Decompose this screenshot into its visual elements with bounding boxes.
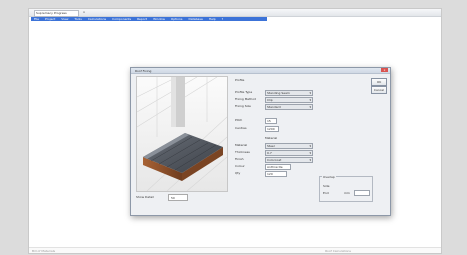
roof-3d-illustration [137, 77, 227, 191]
finish-value: Colorcoat [267, 158, 282, 162]
fixing-method-value: Clip [267, 98, 273, 102]
preview-zoom-input[interactable]: 50 [168, 194, 188, 201]
menu-window[interactable]: Window [150, 17, 168, 21]
row-label-colour: Colour [235, 164, 245, 168]
preview-label: Show Detail [136, 195, 154, 199]
centres-value: 1200 [267, 127, 275, 131]
app-window: Supremacy Progress x File Project View T… [28, 8, 442, 254]
status-bar: Bill of Materials Roof Calculations [29, 247, 441, 253]
field-label-fixing-method: Fixing Method [235, 97, 256, 101]
dialog-close-icon[interactable]: x [381, 68, 388, 72]
menu-about[interactable]: ? [219, 17, 227, 21]
menu-calculations[interactable]: Calculations [85, 17, 109, 21]
overlap-group: Overlap Side End mm [319, 175, 373, 202]
status-left: Bill of Materials [32, 249, 56, 253]
pitch-input[interactable]: 15 [265, 118, 277, 124]
qty-value: 120 [267, 172, 273, 176]
chevron-down-icon: ▾ [309, 105, 311, 109]
field-label-fixing-size: Fixing Size [235, 104, 251, 108]
menu-report[interactable]: Report [134, 17, 150, 21]
field-label-profile-type: Profile Type [235, 90, 253, 94]
preview-zoom-value: 50 [171, 196, 175, 200]
menu-file[interactable]: File [31, 17, 42, 21]
overlap-group-label: Overlap [322, 175, 336, 179]
chevron-down-icon: ▾ [309, 158, 311, 162]
centres-label: Centres [235, 126, 247, 130]
overlap-end-option[interactable]: End [323, 191, 329, 195]
pitch-label: Pitch [235, 118, 243, 122]
ok-button[interactable]: OK [371, 78, 387, 86]
roof-preview[interactable] [136, 76, 228, 192]
profile-type-select[interactable]: Standing Seam ▾ [265, 90, 313, 96]
thickness-select[interactable]: 0.7 ▾ [265, 150, 313, 156]
row-label-finish: Finish [235, 157, 244, 161]
colour-value: Anthracite [267, 165, 283, 169]
menu-view[interactable]: View [58, 17, 71, 21]
document-tab[interactable]: Supremacy Progress [34, 10, 79, 17]
preview-footer: Show Detail 50 [136, 194, 226, 201]
row-label-thickness: Thickness [235, 150, 250, 154]
chevron-down-icon: ▾ [309, 98, 311, 102]
material-section-label: Material [265, 136, 278, 140]
fixing-size-select[interactable]: Standard ▾ [265, 104, 313, 110]
settings-form: Profile Profile Type Standing Seam ▾ Fix… [235, 76, 385, 206]
overlap-side-option[interactable]: Side [323, 184, 330, 188]
dialog-title-bar: Roof Fixing x [131, 68, 390, 74]
menu-options[interactable]: Options [168, 17, 186, 21]
menu-components[interactable]: Components [109, 17, 134, 21]
menu-tools[interactable]: Tools [71, 17, 84, 21]
chevron-down-icon: ▾ [309, 91, 311, 95]
section-label: Profile [235, 78, 245, 82]
status-right: Roof Calculations [325, 249, 351, 253]
overlap-unit-label: mm [344, 191, 350, 195]
cancel-button[interactable]: Cancel [371, 86, 387, 94]
row-label-material: Material [235, 143, 248, 147]
colour-input[interactable]: Anthracite [265, 164, 291, 170]
menu-bar: File Project View Tools Calculations Com… [31, 17, 267, 21]
menu-project[interactable]: Project [42, 17, 58, 21]
chevron-down-icon: ▾ [309, 144, 311, 148]
menu-help[interactable]: Help [206, 17, 219, 21]
menu-database[interactable]: Database [185, 17, 205, 21]
profile-type-value: Standing Seam [267, 91, 290, 95]
title-bar: Supremacy Progress x [29, 9, 441, 17]
row-label-qty: Qty [235, 171, 241, 175]
roof-dialog: Roof Fixing x Show Detail 50 Profile Pro… [130, 67, 391, 216]
fixing-size-value: Standard [267, 105, 281, 109]
fixing-method-select[interactable]: Clip ▾ [265, 97, 313, 103]
qty-input[interactable]: 120 [265, 171, 287, 177]
overlap-value-input[interactable] [354, 190, 370, 196]
finish-select[interactable]: Colorcoat ▾ [265, 157, 313, 163]
material-value: Steel [267, 144, 275, 148]
chevron-down-icon: ▾ [309, 151, 311, 155]
dialog-title: Roof Fixing [135, 69, 152, 73]
pitch-value: 15 [267, 119, 271, 123]
material-select[interactable]: Steel ▾ [265, 143, 313, 149]
tab-close-icon[interactable]: x [80, 10, 88, 15]
thickness-value: 0.7 [267, 151, 272, 155]
centres-input[interactable]: 1200 [265, 126, 279, 132]
